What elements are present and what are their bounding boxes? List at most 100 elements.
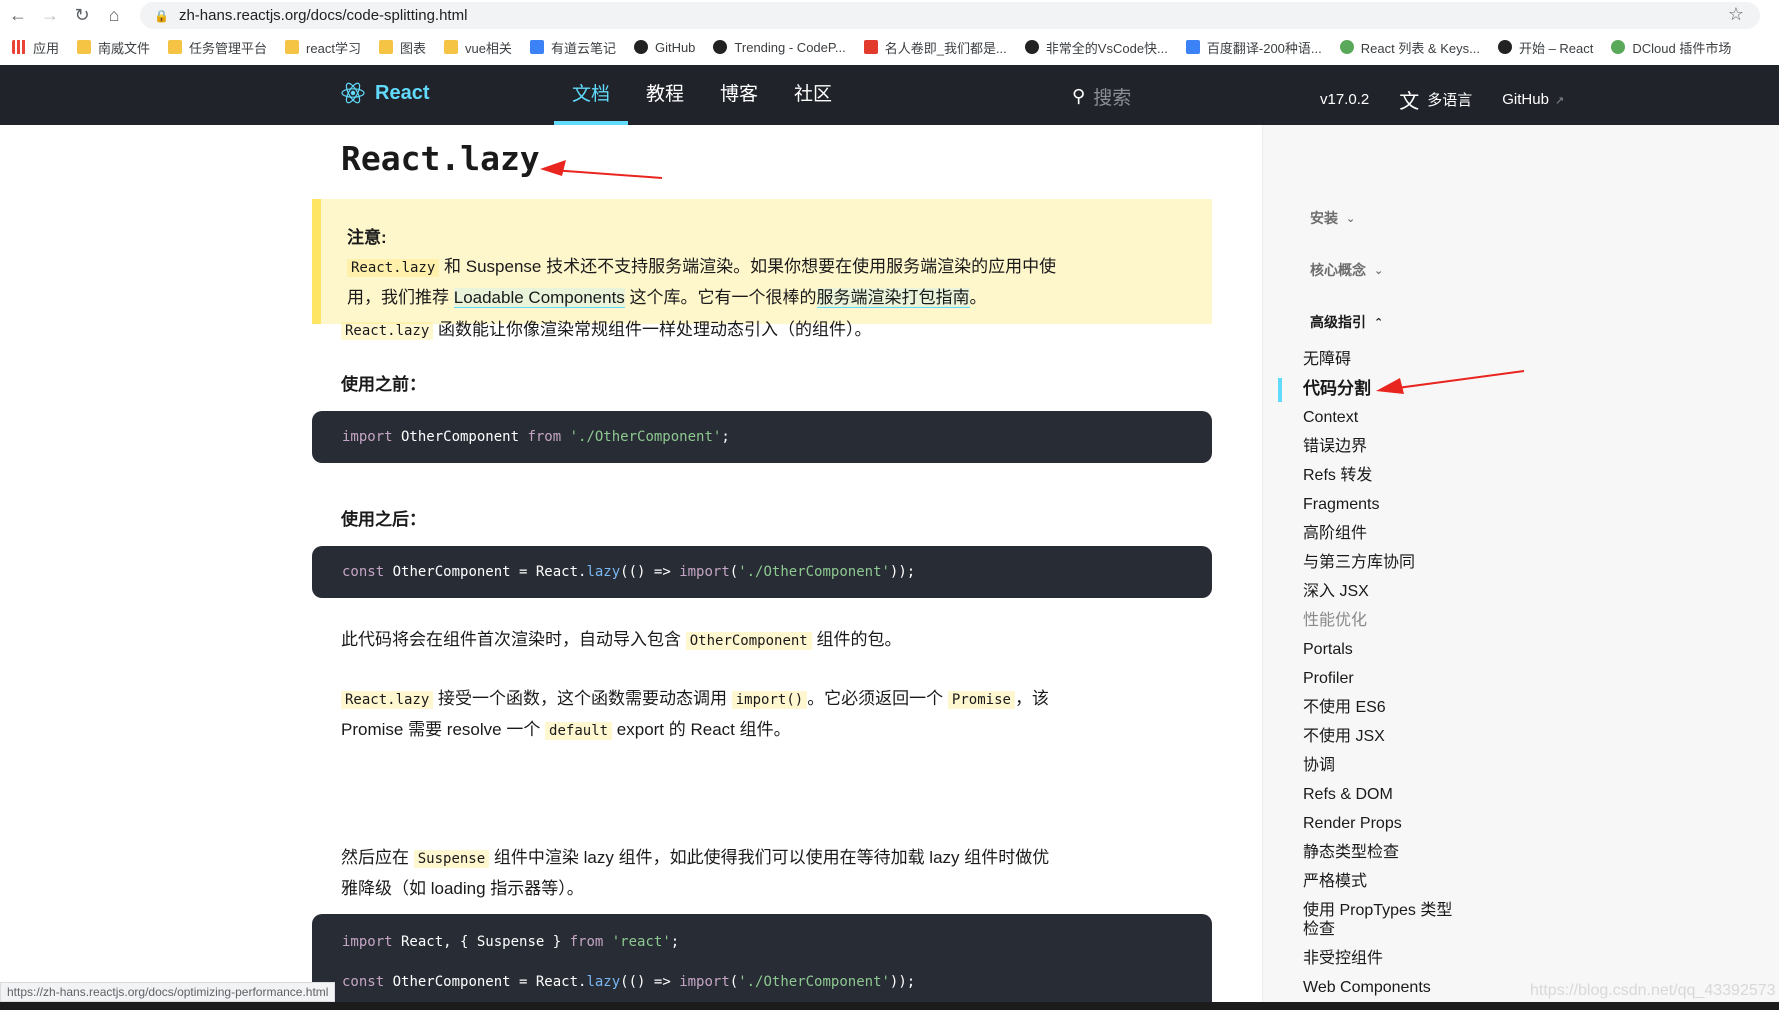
sidebar-item-strict-mode[interactable]: 严格模式 bbox=[1303, 872, 1463, 891]
lock-icon: 🔒 bbox=[154, 8, 169, 23]
sidebar-item-code-splitting[interactable]: 代码分割 bbox=[1303, 379, 1463, 398]
bookmark-item[interactable]: react学习 bbox=[285, 38, 361, 57]
bookmark-item[interactable]: GitHub bbox=[633, 40, 695, 55]
forward-icon[interactable]: → bbox=[36, 1, 64, 29]
note-box: 注意: React.lazy 和 Suspense 技术还不支持服务端渲染。如果… bbox=[312, 199, 1212, 324]
sidebar-item-forwarding-refs[interactable]: Refs 转发 bbox=[1303, 466, 1463, 485]
code-identifier: OtherComponent bbox=[392, 429, 528, 445]
nav-blog[interactable]: 博客 bbox=[702, 65, 776, 125]
sidebar-item-context[interactable]: Context bbox=[1303, 408, 1463, 427]
nav-tutorial[interactable]: 教程 bbox=[628, 65, 702, 125]
react-atom-icon bbox=[341, 82, 365, 104]
loadable-components-link[interactable]: Loadable Components bbox=[453, 288, 625, 308]
bookmark-item[interactable]: React 列表 & Keys... bbox=[1339, 38, 1480, 57]
bookmark-label: 开始 – React bbox=[1518, 40, 1594, 56]
back-icon[interactable]: ← bbox=[4, 1, 32, 29]
sidebar-item-third-party[interactable]: 与第三方库协同 bbox=[1303, 553, 1463, 572]
code-line: import OtherComponent from './OtherCompo… bbox=[342, 417, 1212, 457]
version-link[interactable]: v17.0.2 bbox=[1320, 91, 1369, 108]
bookmark-item[interactable]: Trending - CodeP... bbox=[713, 39, 846, 55]
note-text-part: 这个库。它有一个很棒的 bbox=[624, 288, 817, 307]
bookmark-label: vue相关 bbox=[464, 40, 512, 56]
sidebar-item-no-jsx[interactable]: 不使用 JSX bbox=[1303, 727, 1463, 746]
code-punct: )); bbox=[889, 564, 916, 580]
paragraph-text: 然后应在 bbox=[341, 848, 414, 867]
bookmark-item[interactable]: 有道云笔记 bbox=[529, 38, 616, 57]
bookmark-label: 图表 bbox=[399, 40, 426, 56]
inline-code: React.lazy bbox=[341, 691, 434, 709]
code-line: const OtherComponent = React.lazy(() => … bbox=[342, 962, 1212, 1002]
sidebar-item-accessibility[interactable]: 无障碍 bbox=[1303, 350, 1463, 369]
note-text-part: 和 Suspense 技术还不支持服务端渲染。如果你想要在使用服务端渲染的应用中… bbox=[439, 257, 1057, 276]
code-line: import React, { Suspense } from 'react'; bbox=[342, 922, 1212, 962]
react-logo[interactable]: React bbox=[341, 81, 429, 105]
code-keyword: import bbox=[679, 564, 730, 580]
sidebar-item-render-props[interactable]: Render Props bbox=[1303, 814, 1463, 833]
sidebar-item-error-boundaries[interactable]: 错误边界 bbox=[1303, 437, 1463, 456]
github-link[interactable]: GitHub ↗ bbox=[1502, 91, 1564, 108]
page-title: React.lazy bbox=[341, 139, 540, 178]
note-heading: 注意: bbox=[347, 228, 387, 247]
sidebar-item-proptypes[interactable]: 使用 PropTypes 类型检查 bbox=[1303, 901, 1458, 939]
dcloud-icon bbox=[1611, 40, 1626, 54]
sidebar-item-jsx-in-depth[interactable]: 深入 JSX bbox=[1303, 582, 1463, 601]
bookmark-item[interactable]: 南威文件 bbox=[77, 38, 150, 57]
sidebar-section-advanced[interactable]: 高级指引 ⌃ bbox=[1310, 312, 1383, 332]
bookmark-label: react学习 bbox=[306, 40, 361, 56]
sidebar-item-no-es6[interactable]: 不使用 ES6 bbox=[1303, 698, 1463, 717]
code-keyword: import bbox=[679, 974, 730, 990]
search-box[interactable]: ⚲ 搜索 bbox=[1072, 83, 1131, 110]
code-identifier: React, { Suspense } bbox=[392, 934, 570, 950]
bookmark-item[interactable]: 应用 bbox=[12, 38, 59, 57]
bookmark-item[interactable]: vue相关 bbox=[443, 38, 512, 57]
bookmark-label: 任务管理平台 bbox=[189, 40, 268, 56]
sidebar-item-performance[interactable]: 性能优化 bbox=[1303, 611, 1463, 630]
note-text-part: 用，我们推荐 bbox=[347, 288, 454, 307]
sidebar-section-install[interactable]: 安装 ⌄ bbox=[1310, 208, 1355, 228]
paragraph-text: Promise 需要 resolve 一个 bbox=[341, 720, 546, 739]
code-keyword: const bbox=[342, 564, 385, 580]
home-icon[interactable]: ⌂ bbox=[100, 1, 128, 29]
nav-docs[interactable]: 文档 bbox=[554, 65, 629, 125]
after-label: 使用之后： bbox=[341, 510, 426, 529]
logo-text: React bbox=[375, 81, 430, 104]
sidebar-item-hoc[interactable]: 高阶组件 bbox=[1303, 524, 1463, 543]
sidebar-item-refs-dom[interactable]: Refs & DOM bbox=[1303, 785, 1463, 804]
sidebar-section-core[interactable]: 核心概念 ⌄ bbox=[1310, 260, 1383, 280]
code-identifier: OtherComponent = React. bbox=[384, 974, 587, 990]
bookmark-label: 非常全的VsCode快... bbox=[1045, 40, 1168, 56]
folder-icon bbox=[168, 40, 183, 54]
code-punct: ; bbox=[721, 429, 730, 445]
bookmark-item[interactable]: 名人卷即_我们都是... bbox=[863, 38, 1007, 57]
inline-code: Promise bbox=[947, 691, 1015, 709]
paragraph-text: 组件的包。 bbox=[811, 630, 902, 649]
bookmark-item[interactable]: DCloud 插件市场 bbox=[1611, 38, 1731, 57]
code-string: './OtherComponent' bbox=[738, 564, 890, 580]
search-placeholder: 搜索 bbox=[1093, 88, 1132, 109]
url-text: zh-hans.reactjs.org/docs/code-splitting.… bbox=[178, 7, 468, 24]
address-bar[interactable]: 🔒 zh-hans.reactjs.org/docs/code-splittin… bbox=[140, 2, 1760, 29]
sidebar-item-profiler[interactable]: Profiler bbox=[1303, 669, 1463, 688]
sidebar-item-uncontrolled[interactable]: 非受控组件 bbox=[1303, 949, 1463, 968]
bookmark-item[interactable]: 任务管理平台 bbox=[168, 38, 267, 57]
sidebar-item-portals[interactable]: Portals bbox=[1303, 640, 1463, 659]
reload-icon[interactable]: ↻ bbox=[68, 1, 96, 29]
code-function: lazy bbox=[586, 564, 621, 580]
sidebar-item-web-components[interactable]: Web Components bbox=[1303, 978, 1463, 997]
react-icon bbox=[1497, 40, 1512, 54]
ssr-guide-link[interactable]: 服务端渲染打包指南 bbox=[816, 288, 970, 308]
docs-sidebar: 安装 ⌄ 核心概念 ⌄ 高级指引 ⌃ 无障碍 代码分割 Context 错误边界 Re… bbox=[1262, 125, 1779, 1010]
bookmark-item[interactable]: 图表 bbox=[378, 38, 426, 57]
paragraph-lazy: 然后应在 Suspense 组件中渲染 lazy 组件，如此使得我们可以使用在等… bbox=[341, 843, 1081, 903]
language-link[interactable]: 文 多语言 bbox=[1399, 85, 1472, 114]
bookmark-label: Trending - CodeP... bbox=[734, 39, 846, 55]
bookmark-item[interactable]: 百度翻译-200种语... bbox=[1185, 38, 1322, 57]
inline-code: Suspense bbox=[413, 850, 490, 868]
bookmark-item[interactable]: 非常全的VsCode快... bbox=[1024, 38, 1168, 57]
bookmark-star-icon[interactable]: ☆ bbox=[1728, 4, 1744, 25]
nav-community[interactable]: 社区 bbox=[776, 65, 850, 125]
sidebar-item-static-types[interactable]: 静态类型检查 bbox=[1303, 843, 1463, 862]
sidebar-item-fragments[interactable]: Fragments bbox=[1303, 495, 1463, 514]
sidebar-item-reconciliation[interactable]: 协调 bbox=[1303, 756, 1463, 775]
bookmark-item[interactable]: 开始 – React bbox=[1497, 38, 1594, 57]
